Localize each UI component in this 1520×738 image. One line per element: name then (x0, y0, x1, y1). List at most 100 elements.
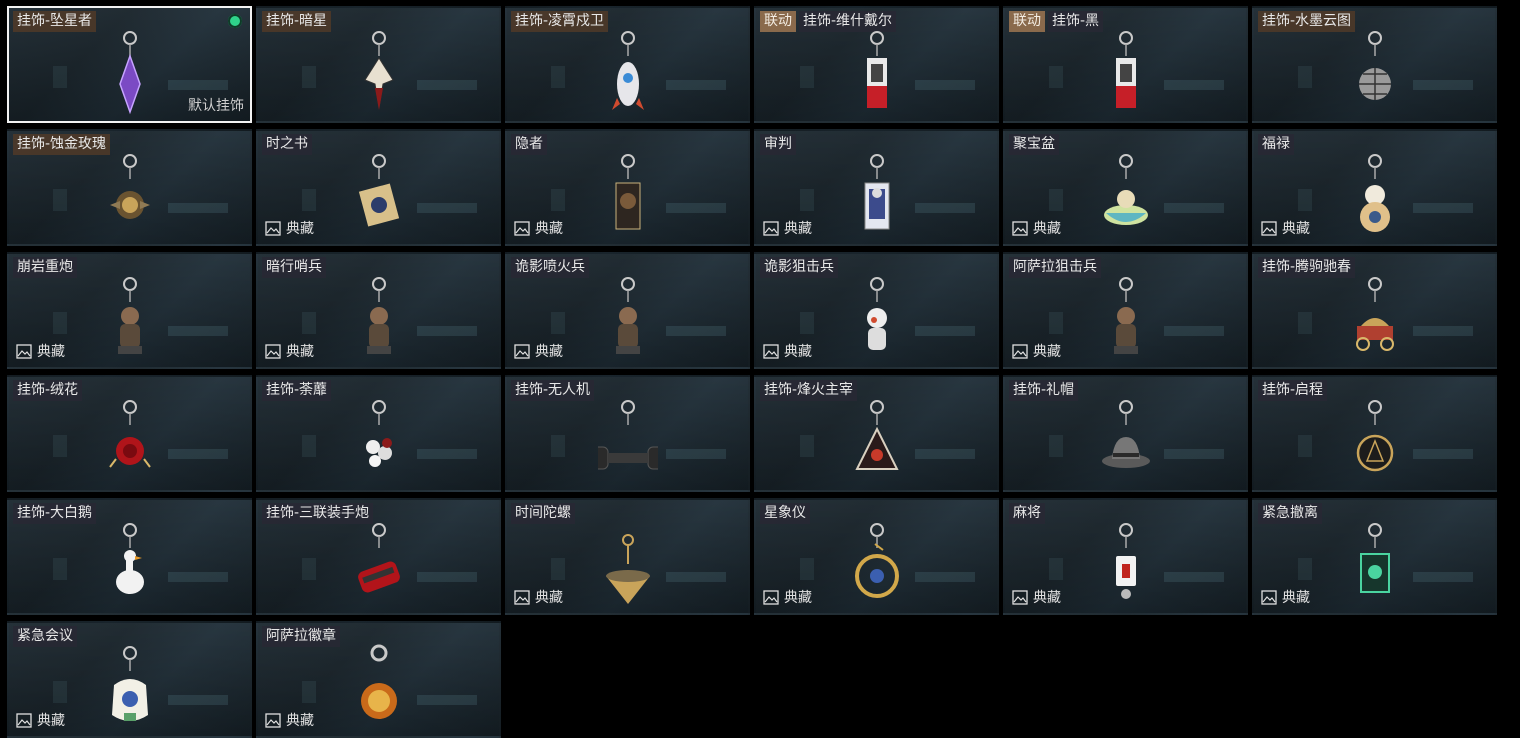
charm-card[interactable]: 挂饰-凌霄戍卫 (505, 6, 750, 123)
charm-card[interactable]: 麻将 典藏 (1003, 498, 1248, 615)
collection-image-icon (265, 220, 281, 236)
background-decor (915, 449, 975, 459)
charm-card[interactable]: 时间陀螺 典藏 (505, 498, 750, 615)
charm-label: 挂饰-凌霄戍卫 (511, 11, 609, 32)
charm-card[interactable]: 福禄 典藏 (1252, 129, 1497, 246)
charm-name: 星象仪 (760, 503, 810, 524)
background-decor (1413, 449, 1473, 459)
background-decor (53, 681, 67, 703)
charm-card[interactable]: 诡影狙击兵 典藏 (754, 252, 999, 369)
collection-badge: 典藏 (514, 587, 563, 607)
book-charm-icon (358, 154, 399, 227)
background-decor (168, 326, 228, 336)
charm-name: 隐者 (511, 134, 547, 155)
charm-card[interactable]: 阿萨拉狙击兵 典藏 (1003, 252, 1248, 369)
background-decor (417, 449, 477, 459)
charm-label: 挂饰-荼蘼 (262, 380, 332, 401)
collection-badge: 典藏 (1012, 218, 1061, 238)
charm-card[interactable]: 挂饰-绒花 (7, 375, 252, 492)
charm-card[interactable]: 挂饰-蚀金玫瑰 (7, 129, 252, 246)
collection-badge: 典藏 (265, 710, 314, 730)
charm-card[interactable]: 时之书 典藏 (256, 129, 501, 246)
charm-label: 挂饰-水墨云图 (1258, 11, 1356, 32)
collection-image-icon (265, 343, 281, 359)
charm-card[interactable]: 联动 挂饰-维什戴尔 (754, 6, 999, 123)
background-decor (1164, 449, 1224, 459)
charm-label: 阿萨拉狙击兵 (1009, 257, 1101, 278)
charm-card[interactable]: 紧急会议 典藏 (7, 621, 252, 738)
charm-card[interactable]: 挂饰-水墨云图 (1252, 6, 1497, 123)
background-decor (1049, 66, 1063, 88)
charm-card[interactable]: 阿萨拉徽章 典藏 (256, 621, 501, 738)
background-decor (53, 558, 67, 580)
collection-badge: 典藏 (514, 341, 563, 361)
collection-image-icon (16, 712, 32, 728)
charm-name: 挂饰-腾驹驰春 (1258, 257, 1356, 278)
charm-card[interactable]: 聚宝盆 典藏 (1003, 129, 1248, 246)
red-card-charm-icon (1115, 31, 1136, 108)
medal-charm-icon (360, 644, 397, 719)
collection-label: 典藏 (1282, 590, 1310, 606)
collection-image-icon (265, 712, 281, 728)
triangle-charm-icon (854, 400, 899, 470)
background-decor (915, 203, 975, 213)
drone-charm-icon (597, 400, 658, 470)
collection-badge: 典藏 (763, 587, 812, 607)
background-decor (168, 695, 228, 705)
charm-label: 挂饰-坠星者 (13, 11, 97, 32)
charm-label: 诡影狙击兵 (760, 257, 838, 278)
background-decor (1049, 189, 1063, 211)
charm-name: 崩岩重炮 (13, 257, 77, 278)
dark-star-charm-icon (363, 31, 394, 110)
purple-crystal-charm-icon (118, 31, 141, 115)
charm-card[interactable]: 审判 典藏 (754, 129, 999, 246)
charm-label: 阿萨拉徽章 (262, 626, 340, 647)
figure-charm-icon (615, 277, 640, 354)
charm-name: 时间陀螺 (511, 503, 575, 524)
collection-label: 典藏 (784, 344, 812, 360)
charm-card[interactable]: 挂饰-礼帽 (1003, 375, 1248, 492)
collection-badge: 典藏 (16, 341, 65, 361)
charm-card[interactable]: 挂饰-无人机 (505, 375, 750, 492)
charm-card[interactable]: 诡影喷火兵 典藏 (505, 252, 750, 369)
collection-badge: 典藏 (763, 218, 812, 238)
charm-name: 时之书 (262, 134, 312, 155)
charm-card[interactable]: 崩岩重炮 典藏 (7, 252, 252, 369)
charm-card[interactable]: 挂饰-坠星者 默认挂饰 (7, 6, 252, 123)
charm-card[interactable]: 挂饰-荼蘼 (256, 375, 501, 492)
charm-card[interactable]: 挂饰-三联装手炮 (256, 498, 501, 615)
background-decor (168, 449, 228, 459)
charm-card[interactable]: 挂饰-暗星 (256, 6, 501, 123)
compass-charm-icon (1356, 400, 1393, 472)
carriage-charm-icon (1355, 277, 1394, 351)
background-decor (53, 435, 67, 457)
background-decor (302, 435, 316, 457)
charm-card[interactable]: 挂饰-烽火主宰 (754, 375, 999, 492)
collection-image-icon (16, 343, 32, 359)
background-decor (1049, 435, 1063, 457)
white-flower-charm-icon (365, 400, 392, 467)
charm-card[interactable]: 挂饰-大白鹅 (7, 498, 252, 615)
charm-card[interactable]: 联动 挂饰-黑 (1003, 6, 1248, 123)
charm-name: 诡影喷火兵 (511, 257, 589, 278)
charm-name: 挂饰-绒花 (13, 380, 83, 401)
charm-card[interactable]: 挂饰-启程 (1252, 375, 1497, 492)
background-decor (666, 80, 726, 90)
collection-badge: 典藏 (1012, 587, 1061, 607)
background-decor (1049, 312, 1063, 334)
collection-image-icon (514, 220, 530, 236)
charm-card[interactable]: 星象仪 典藏 (754, 498, 999, 615)
charm-name: 挂饰-坠星者 (13, 11, 97, 32)
charm-label: 挂饰-无人机 (511, 380, 595, 401)
charm-label: 紧急会议 (13, 626, 77, 647)
charm-card[interactable]: 隐者 典藏 (505, 129, 750, 246)
charm-label: 挂饰-蚀金玫瑰 (13, 134, 111, 155)
collection-image-icon (1012, 589, 1028, 605)
gourd-charm-icon (1359, 154, 1390, 232)
charm-card[interactable]: 暗行哨兵 典藏 (256, 252, 501, 369)
charm-name: 挂饰-暗星 (262, 11, 332, 32)
charm-label: 挂饰-暗星 (262, 11, 332, 32)
charm-card[interactable]: 紧急撤离 典藏 (1252, 498, 1497, 615)
background-decor (1298, 558, 1312, 580)
charm-card[interactable]: 挂饰-腾驹驰春 (1252, 252, 1497, 369)
